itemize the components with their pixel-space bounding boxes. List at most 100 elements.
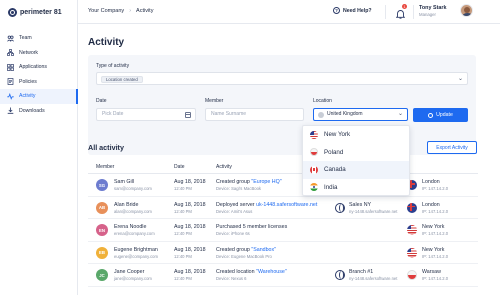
member-search-input[interactable]: Name Surname [205, 108, 304, 121]
sidebar-item-label: Network [19, 49, 39, 56]
activity-action: Purchased 5 member licenses [216, 224, 288, 230]
sidebar-item-label: Applications [19, 64, 47, 71]
activity-device: Device: Amit's Asus [216, 208, 253, 214]
activity-target-link[interactable]: "Sandbox" [251, 247, 276, 253]
activity-description: Deployed server uk-1448.safersoftware.ne… [216, 202, 317, 208]
user-name: Tony Stark [419, 4, 447, 11]
canada-flag-icon [310, 165, 318, 174]
column-header-activity[interactable]: Activity [216, 164, 232, 170]
date-label: Date [96, 98, 107, 104]
top-bar: Your Company › Activity ? Need Help? 1 T… [78, 0, 500, 24]
member-name[interactable]: Jane Cooper [114, 269, 144, 275]
globe-icon [318, 112, 324, 118]
user-menu[interactable]: Tony Stark Manager [419, 4, 474, 17]
section-title-all-activity: All activity [88, 143, 124, 152]
member-name[interactable]: Eugene Brightman [114, 247, 158, 253]
sidebar-item-team[interactable]: Team [0, 31, 78, 46]
activity-action: Created group [216, 179, 250, 185]
location-option-canada[interactable]: Canada [303, 161, 409, 179]
activity-target-link[interactable]: "Europe HQ" [251, 179, 281, 185]
location-name: Warsaw [422, 269, 441, 275]
location-flag [407, 270, 417, 280]
notifications-button[interactable]: 1 [395, 4, 407, 19]
activity-type-chip[interactable]: Location created [101, 75, 143, 83]
activity-action: Deployed server [216, 201, 255, 208]
table-row[interactable]: SG Sam Gill sam@company.com Aug 18, 2018 12:… [88, 174, 478, 197]
member-placeholder: Name Surname [211, 111, 247, 117]
activity-description: Created group "Europe HQ" [216, 179, 282, 185]
brand-logo[interactable]: perimeter 81 [8, 8, 62, 17]
poland-flag-icon [310, 148, 318, 157]
export-activity-button[interactable]: Export Activity [427, 141, 477, 154]
sidebar-nav: Team Network Applications Policies Activ… [0, 31, 78, 118]
member-name[interactable]: Erena Noodle [114, 224, 146, 230]
activity-date: Aug 18, 2018 [174, 224, 206, 230]
sidebar-item-label: Policies [19, 78, 37, 85]
table-row[interactable]: EB Eugene Brightman eugene@company.com Aug … [88, 242, 478, 264]
endpoint-host: ny-1448.safersoftware.net [349, 276, 398, 281]
activity-type-select[interactable]: Location created ⌄ [96, 72, 468, 85]
update-button[interactable]: Update [413, 108, 468, 122]
location-option-india[interactable]: India [303, 179, 409, 197]
sidebar-item-policies[interactable]: Policies [0, 75, 78, 90]
location-ip: IP: 147.14.2.0 [422, 253, 449, 259]
option-label: Poland [324, 148, 344, 156]
activity-date: Aug 18, 2018 [174, 179, 206, 185]
breadcrumb-company[interactable]: Your Company [88, 8, 124, 14]
member-email: sam@company.com [114, 186, 152, 191]
activity-action: Created group [216, 246, 250, 253]
activity-icon [7, 92, 14, 100]
help-button[interactable]: ? Need Help? [333, 7, 372, 14]
location-value: United Kingdom [327, 111, 363, 117]
activity-target-link[interactable]: uk-1448.safersoftware.net [256, 202, 317, 208]
activity-time: 12:40 PM [174, 186, 192, 191]
poland-flag-icon [407, 270, 417, 280]
activity-target-link[interactable]: "Warehouse" [256, 269, 287, 275]
help-label: Need Help? [343, 7, 372, 14]
activity-device: Device: iPhone 6s [216, 231, 250, 236]
type-of-activity-label: Type of activity [96, 63, 130, 69]
sidebar-item-activity[interactable]: Activity [0, 89, 78, 104]
member-name[interactable]: Sam Gill [114, 179, 134, 185]
sidebar-item-downloads[interactable]: Downloads [0, 104, 78, 119]
avatar: JC [96, 269, 108, 281]
sidebar: perimeter 81 Team Network Applications P… [0, 0, 78, 295]
activity-device: Device: Eugene MacBook Pro [216, 253, 272, 259]
column-header-date[interactable]: Date [174, 164, 185, 170]
avatar[interactable] [460, 4, 474, 17]
avatar: SG [96, 179, 108, 191]
date-picker-input[interactable]: Pick Date [96, 108, 196, 121]
activity-time: 12:40 PM [174, 231, 192, 236]
endpoint-name: Branch #1 [349, 269, 374, 275]
table-row[interactable]: EN Erena Noodle erena@company.com Aug 18, 2… [88, 219, 478, 242]
sidebar-item-applications[interactable]: Applications [0, 60, 78, 75]
table-row[interactable]: AB Alan Bride alan@company.com Aug 18, 2018… [88, 197, 478, 219]
location-label: Location [313, 98, 332, 104]
location-ip: IP: 147.14.2.0 [422, 208, 449, 214]
member-name[interactable]: Alan Bride [114, 202, 138, 208]
location-option-poland[interactable]: Poland [303, 144, 409, 162]
notification-badge: 1 [402, 4, 407, 9]
column-header-member[interactable]: Member [96, 164, 114, 170]
calendar-icon [185, 112, 191, 118]
activity-time: 12:40 PM [174, 208, 192, 214]
activity-date: Aug 18, 2018 [174, 246, 206, 253]
divider [413, 5, 414, 19]
location-option-new-york[interactable]: New York [303, 126, 409, 144]
divider [385, 5, 386, 19]
activity-action: Created location [216, 269, 255, 275]
member-email: jane@company.com [114, 276, 152, 281]
location-name: New York [422, 224, 445, 230]
member-email: erena@company.com [114, 231, 155, 236]
table-row[interactable]: JC Jane Cooper jane@company.com Aug 18, 201… [88, 264, 478, 287]
sidebar-item-label: Downloads [19, 107, 45, 114]
location-select[interactable]: United Kingdom ⌄ [313, 108, 408, 121]
activity-date: Aug 18, 2018 [174, 269, 206, 275]
uk-flag-icon [407, 202, 417, 213]
sidebar-item-network[interactable]: Network [0, 46, 78, 61]
activity-table: Member Date Activity SG Sam Gill sam@compa… [88, 161, 478, 287]
sidebar-item-label: Team [19, 35, 32, 42]
activity-time: 12:40 PM [174, 276, 192, 281]
location-flag [407, 247, 417, 258]
team-icon [7, 35, 14, 42]
